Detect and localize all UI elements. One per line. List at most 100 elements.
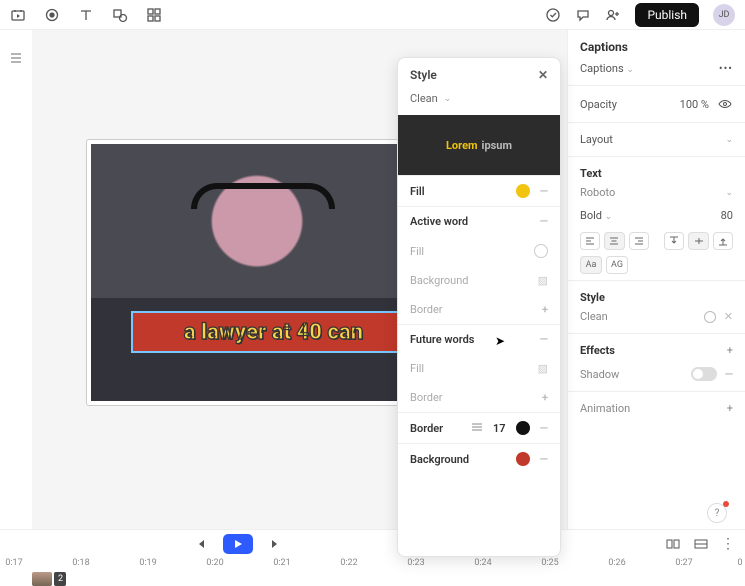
add-effect-button[interactable]: + [727, 344, 733, 357]
aw-border-label: Border [410, 303, 443, 316]
remove-shadow-button[interactable]: — [725, 368, 733, 381]
tick: 0:17 [5, 558, 22, 568]
weight-dropdown[interactable]: Bold ⌄ [580, 209, 612, 222]
aw-border-add-button[interactable]: + [542, 303, 548, 316]
grid-icon[interactable] [146, 7, 162, 23]
media-icon[interactable] [10, 7, 26, 23]
aw-background-label: Background [410, 274, 468, 287]
active-word-label: Active word [410, 215, 468, 228]
style-name[interactable]: Clean [580, 310, 608, 323]
text-icon[interactable] [78, 7, 94, 23]
time-ruler[interactable]: 0:17 0:18 0:19 0:20 0:21 0:22 0:23 0:24 … [0, 558, 745, 572]
avatar[interactable]: JD [713, 4, 735, 26]
add-animation-button[interactable]: + [727, 402, 733, 415]
captions-dropdown[interactable]: Captions ⌄ [580, 62, 634, 75]
animation-label: Animation [580, 402, 630, 415]
layout-dropdown[interactable]: Layout [580, 133, 613, 146]
fw-fill-none-icon[interactable]: ▨ [538, 362, 548, 375]
shadow-label: Shadow [580, 368, 619, 381]
tick: 0:19 [139, 558, 156, 568]
shapes-icon[interactable] [112, 7, 128, 23]
tick: 0:21 [273, 558, 290, 568]
tick: 0:18 [72, 558, 89, 568]
collapse-future-words-button[interactable]: — [540, 333, 548, 346]
tick: 0:22 [340, 558, 357, 568]
timeline-more-button[interactable]: ⋮ [721, 536, 735, 552]
border-style-icon[interactable] [471, 422, 483, 435]
fw-fill-label: Fill [410, 362, 424, 375]
style-section-head: Style [580, 291, 733, 304]
style-preset-dropdown[interactable]: Clean⌄ [398, 86, 560, 115]
timeline: ⋮ 0:17 0:18 0:19 0:20 0:21 0:22 0:23 0:2… [0, 529, 745, 585]
close-icon[interactable]: ✕ [538, 68, 548, 82]
border-width-value[interactable]: 17 [493, 422, 506, 435]
tick: 0:24 [474, 558, 491, 568]
fw-border-add-button[interactable]: + [542, 391, 548, 404]
help-button[interactable]: ? [707, 503, 727, 523]
tick: 0:26 [608, 558, 625, 568]
video-frame[interactable]: a lawyer at 40 can [87, 140, 427, 405]
valign-middle-button[interactable] [688, 232, 708, 250]
play-button[interactable] [223, 534, 253, 554]
font-dropdown[interactable]: Roboto [580, 186, 615, 199]
invite-icon[interactable] [605, 7, 621, 23]
case-mixed-button[interactable]: Aa [580, 256, 602, 274]
style-preview: Lorem ipsum [398, 115, 560, 175]
caption-text: a lawyer at 40 can [184, 320, 363, 345]
tick: 0:23 [407, 558, 424, 568]
valign-bottom-button[interactable] [713, 232, 733, 250]
next-frame-button[interactable] [267, 536, 283, 552]
panel-title: Captions [580, 40, 733, 54]
tick: 0:27 [675, 558, 692, 568]
fw-border-label: Border [410, 391, 443, 404]
align-left-button[interactable] [580, 232, 600, 250]
aw-fill-label: Fill [410, 245, 424, 258]
chevron-down-icon[interactable]: ⌄ [725, 135, 733, 145]
tick: 0:25 [541, 558, 558, 568]
text-section-head: Text [580, 167, 733, 180]
fill-color-swatch[interactable] [516, 184, 530, 198]
remove-fill-button[interactable]: — [540, 185, 548, 198]
check-icon[interactable] [545, 7, 561, 23]
valign-top-button[interactable] [664, 232, 684, 250]
align-right-button[interactable] [629, 232, 649, 250]
border-color-swatch[interactable] [516, 421, 530, 435]
record-icon[interactable] [44, 7, 60, 23]
style-edit-icon[interactable]: ✕ [724, 310, 733, 323]
case-upper-button[interactable]: AG [606, 256, 628, 274]
tick: 0 [737, 558, 742, 568]
timeline-view1-button[interactable] [665, 536, 681, 552]
properties-panel: Captions Captions ⌄ ••• Opacity 100 % La… [567, 30, 745, 539]
aw-fill-swatch[interactable] [534, 244, 548, 258]
caption-clip[interactable]: 2 [54, 572, 66, 586]
align-center-button[interactable] [604, 232, 624, 250]
video-thumbnail [91, 144, 423, 401]
tick: 0:20 [206, 558, 223, 568]
publish-button[interactable]: Publish [635, 3, 699, 27]
border-label: Border [410, 422, 443, 435]
aw-background-none-icon[interactable]: ▨ [538, 274, 548, 287]
video-clip[interactable] [32, 572, 52, 586]
style-popover: Style ✕ Clean⌄ Lorem ipsum Fill — Active… [397, 57, 561, 557]
style-swatch[interactable] [704, 311, 716, 323]
remove-border-button[interactable]: — [540, 422, 548, 435]
caption-overlay[interactable]: a lawyer at 40 can [131, 311, 416, 353]
chevron-down-icon[interactable]: ⌄ [725, 188, 733, 198]
collapse-active-word-button[interactable]: — [540, 215, 548, 228]
visibility-icon[interactable] [717, 96, 733, 112]
timeline-view2-button[interactable] [693, 536, 709, 552]
prev-frame-button[interactable] [193, 536, 209, 552]
font-size-value[interactable]: 80 [721, 209, 733, 222]
shadow-toggle[interactable] [691, 367, 717, 381]
opacity-value[interactable]: 100 % [680, 98, 709, 111]
fill-label: Fill [410, 185, 425, 198]
remove-background-button[interactable]: — [540, 453, 548, 466]
more-icon[interactable]: ••• [719, 62, 733, 75]
outline-icon[interactable] [8, 50, 24, 66]
background-color-swatch[interactable] [516, 452, 530, 466]
style-popover-title: Style [410, 68, 437, 82]
opacity-label: Opacity [580, 98, 617, 111]
background-label: Background [410, 453, 469, 466]
future-words-label: Future words [410, 333, 474, 346]
comment-icon[interactable] [575, 7, 591, 23]
